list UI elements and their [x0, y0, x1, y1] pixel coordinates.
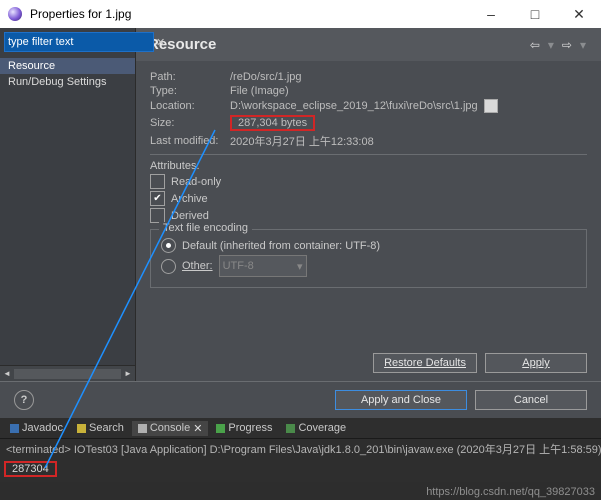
sidebar-item-run-debug[interactable]: Run/Debug Settings: [0, 74, 135, 90]
scroll-right-icon[interactable]: ►: [121, 366, 135, 381]
readonly-label: Read-only: [171, 176, 221, 188]
derived-checkbox[interactable]: [150, 208, 165, 223]
modified-value: 2020年3月27日 上午12:33:08: [230, 133, 587, 149]
location-label: Location:: [150, 100, 230, 112]
tab-coverage-label: Coverage: [298, 422, 346, 434]
type-value: File (Image): [230, 85, 587, 97]
tab-javadoc[interactable]: Javadoc: [4, 421, 69, 435]
readonly-checkbox[interactable]: [150, 174, 165, 189]
archive-label: Archive: [171, 193, 208, 205]
encoding-select[interactable]: UTF-8 ▾: [219, 255, 307, 277]
panel-header: Resource ⇦ ▾ ⇨ ▾: [136, 28, 601, 61]
encoding-default-label: Default (inherited from container: UTF-8…: [182, 240, 380, 252]
category-sidebar: ✕ Resource Run/Debug Settings ◄ ►: [0, 28, 136, 381]
size-label: Size:: [150, 117, 230, 129]
show-in-explorer-icon[interactable]: [484, 99, 498, 113]
size-value: 287,304 bytes: [230, 115, 315, 131]
workbench-bottom: Javadoc Search Console ✕ Progress Covera…: [0, 418, 601, 482]
restore-defaults-button[interactable]: Restore Defaults: [373, 353, 477, 373]
modified-label: Last modified:: [150, 135, 230, 147]
type-label: Type:: [150, 85, 230, 97]
window-titlebar: Properties for 1.jpg – □ ✕: [0, 0, 601, 29]
javadoc-icon: [10, 424, 19, 433]
properties-dialog: ✕ Resource Run/Debug Settings ◄ ► Resour…: [0, 28, 601, 418]
derived-label: Derived: [171, 210, 209, 222]
tab-coverage[interactable]: Coverage: [280, 421, 352, 435]
encoding-select-value: UTF-8: [223, 260, 254, 272]
apply-and-close-button[interactable]: Apply and Close: [335, 390, 467, 410]
dialog-footer: ? Apply and Close Cancel: [0, 381, 601, 418]
path-value: /reDo/src/1.jpg: [230, 71, 587, 83]
close-tab-icon[interactable]: ✕: [193, 422, 202, 435]
scroll-left-icon[interactable]: ◄: [0, 366, 14, 381]
encoding-group-title: Text file encoding: [159, 222, 252, 234]
category-tree: Resource Run/Debug Settings: [0, 56, 135, 365]
tab-console[interactable]: Console ✕: [132, 421, 209, 436]
tab-javadoc-label: Javadoc: [22, 422, 63, 434]
tab-progress[interactable]: Progress: [210, 421, 278, 435]
clear-filter-icon[interactable]: ✕: [156, 35, 165, 49]
watermark: https://blog.csdn.net/qq_39827033: [426, 486, 595, 498]
tab-progress-label: Progress: [228, 422, 272, 434]
window-title: Properties for 1.jpg: [30, 7, 131, 21]
console-output-value: 287304: [4, 461, 57, 477]
encoding-group: Text file encoding Default (inherited fr…: [150, 229, 587, 288]
apply-button[interactable]: Apply: [485, 353, 587, 373]
tab-search[interactable]: Search: [71, 421, 130, 435]
sidebar-horizontal-scrollbar[interactable]: ◄ ►: [0, 365, 135, 381]
view-tab-strip: Javadoc Search Console ✕ Progress Covera…: [0, 418, 601, 439]
chevron-down-icon: ▾: [297, 260, 303, 273]
back-icon[interactable]: ⇦: [527, 38, 543, 52]
window-close-button[interactable]: ✕: [557, 0, 601, 28]
tab-search-label: Search: [89, 422, 124, 434]
back-dropdown-icon[interactable]: ▾: [545, 38, 557, 52]
search-icon: [77, 424, 86, 433]
console-icon: [138, 424, 147, 433]
resource-panel: Resource ⇦ ▾ ⇨ ▾ Path: /reDo/src/1.jpg T…: [136, 28, 601, 381]
encoding-other-radio[interactable]: [161, 259, 176, 274]
progress-icon: [216, 424, 225, 433]
help-icon[interactable]: ?: [14, 390, 34, 410]
eclipse-app-icon: [6, 5, 24, 23]
attributes-label: Attributes:: [150, 160, 587, 172]
cancel-button[interactable]: Cancel: [475, 390, 587, 410]
coverage-icon: [286, 424, 295, 433]
encoding-other-label: Other:: [182, 260, 213, 272]
forward-icon[interactable]: ⇨: [559, 38, 575, 52]
console-launch-line: <terminated> IOTest03 [Java Application]…: [0, 439, 601, 459]
archive-checkbox[interactable]: [150, 191, 165, 206]
encoding-default-radio[interactable]: [161, 238, 176, 253]
filter-input[interactable]: [4, 32, 154, 52]
sidebar-item-resource[interactable]: Resource: [0, 58, 135, 74]
tab-console-label: Console: [150, 422, 190, 434]
forward-dropdown-icon[interactable]: ▾: [577, 38, 589, 52]
window-minimize-button[interactable]: –: [469, 0, 513, 28]
location-value: D:\workspace_eclipse_2019_12\fuxi\reDo\s…: [230, 100, 478, 112]
path-label: Path:: [150, 71, 230, 83]
window-maximize-button[interactable]: □: [513, 0, 557, 28]
